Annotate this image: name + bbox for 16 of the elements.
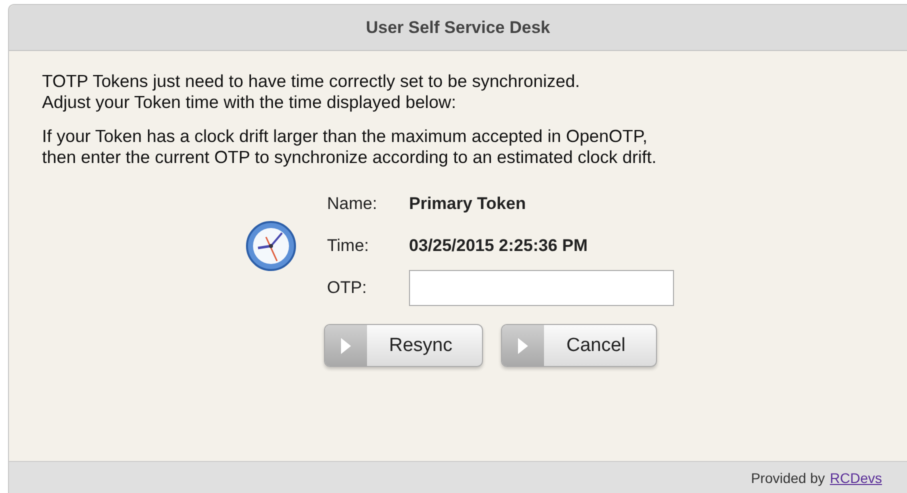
play-icon xyxy=(518,338,528,354)
footer-text: Provided by xyxy=(750,470,825,486)
field-label: Time: xyxy=(327,236,369,256)
window-title: User Self Service Desk xyxy=(366,18,550,38)
rcdevs-link[interactable]: RCDevs xyxy=(830,470,882,486)
field-value: Primary Token xyxy=(409,194,526,214)
instruction-text: If your Token has a clock drift larger than the maximum accepted in OpenOTP, then enter the current OTP to synchronize according to an estimated clock drift. xyxy=(42,126,658,168)
otp-field[interactable] xyxy=(409,270,674,306)
action-button[interactable]: Cancel xyxy=(501,324,657,367)
field-label: OTP: xyxy=(327,278,367,298)
action-button[interactable]: Resync xyxy=(324,324,484,367)
instruction-text: TOTP Tokens just need to have time correctly set to be synchronized. Adjust your Token time with the time displayed below: xyxy=(42,71,581,113)
field-label: Name: xyxy=(327,194,378,214)
play-icon xyxy=(341,338,351,354)
clock-icon xyxy=(245,219,297,273)
field-value: 03/25/2015 2:25:36 PM xyxy=(409,236,588,256)
